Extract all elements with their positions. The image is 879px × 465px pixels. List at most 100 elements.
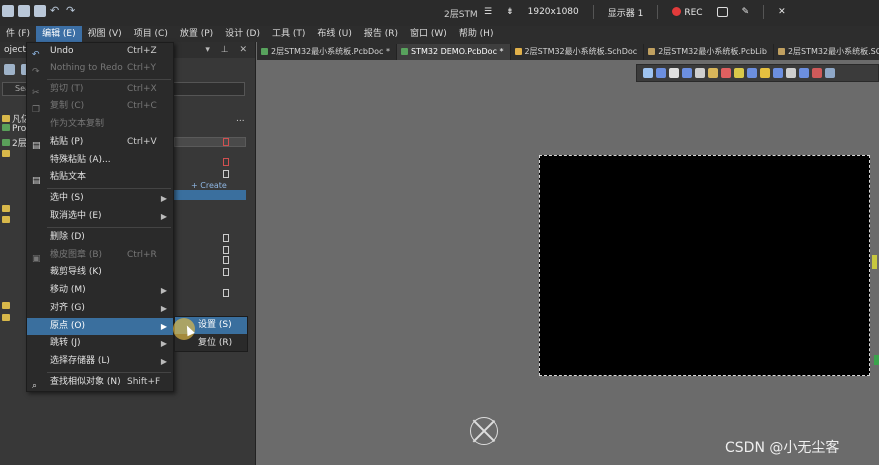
menu-place[interactable]: 放置 (P) [174, 26, 219, 42]
menu-item-copy[interactable]: ❐ 复制 (C) Ctrl+C [27, 98, 173, 115]
menu-item-selection-memory[interactable]: 选择存储器 (L) ▶ [27, 353, 173, 370]
menu-item-cut[interactable]: ✂ 剪切 (T) Ctrl+X [27, 81, 173, 98]
create-link[interactable]: + Create [191, 181, 227, 190]
menu-route[interactable]: 布线 (U) [311, 26, 357, 42]
tab-schdoc[interactable]: 2层STM32最小系统板.SchDoc [511, 44, 645, 60]
menu-bar: 件 (F) 编辑 (E) 视图 (V) 项目 (C) 放置 (P) 设计 (D)… [0, 26, 879, 42]
line-icon[interactable] [812, 68, 822, 78]
crosshair-icon[interactable] [669, 68, 679, 78]
tree-row[interactable]: 2层 [2, 136, 27, 149]
tab-pcblib[interactable]: 2层STM32最小系统板.PcbLib [644, 44, 774, 60]
panel-pin-icon[interactable]: ▾ ⊥ ✕ [205, 45, 251, 55]
open-folder-icon[interactable] [34, 5, 46, 17]
tree-row[interactable] [2, 314, 12, 324]
select-rect-icon[interactable] [682, 68, 692, 78]
tab-stm32-demo[interactable]: STM32 DEMO.PcbDoc * [396, 44, 511, 60]
rec-button[interactable]: REC [672, 6, 703, 18]
menu-item-move[interactable]: 移动 (M) ▶ [27, 282, 173, 299]
menu-item-label: 剪切 (T) [50, 84, 84, 94]
menu-edit[interactable]: 编辑 (E) [36, 26, 82, 42]
tree-row[interactable] [2, 302, 12, 312]
chart-icon[interactable] [825, 68, 835, 78]
camera-icon[interactable] [716, 7, 728, 17]
paste-text-icon: ▤ [32, 176, 41, 186]
menu-item-paste-special[interactable]: 特殊粘贴 (A)... [27, 152, 173, 169]
align-icon[interactable] [695, 68, 705, 78]
via-icon[interactable] [760, 68, 770, 78]
folder-icon [2, 205, 10, 212]
pad-icon[interactable] [721, 68, 731, 78]
menu-view[interactable]: 视图 (V) [82, 26, 128, 42]
menu-item-label: 作为文本复制 [50, 119, 105, 129]
paste-icon: ▤ [32, 141, 41, 151]
tree-row[interactable] [2, 150, 12, 160]
display-selector[interactable]: 显示器 1 [608, 6, 644, 19]
menu-item-undo[interactable]: ↶ Undo Ctrl+Z [27, 43, 173, 60]
record-dot-icon [672, 6, 682, 16]
menu-item-origin[interactable]: 原点 (O) ▶ [27, 318, 173, 335]
tree-row[interactable] [2, 205, 12, 215]
menu-tools[interactable]: 工具 (T) [266, 26, 311, 42]
document-icon [223, 158, 229, 166]
menu-reports[interactable]: 报告 (R) [358, 26, 404, 42]
tree-row[interactable] [2, 216, 12, 226]
menu-item-slice-tracks[interactable]: 裁剪导线 (K) [27, 264, 173, 281]
menu-separator [47, 372, 171, 373]
menu-project[interactable]: 项目 (C) [128, 26, 174, 42]
menu-separator [47, 227, 171, 228]
tab-pcbdoc[interactable]: 2层STM32最小系统板.PcbDoc * [257, 44, 397, 60]
menu-item-shortcut: Ctrl+C [127, 101, 157, 111]
menu-item-align[interactable]: 对齐 (G) ▶ [27, 300, 173, 317]
menu-item-rubber-stamp[interactable]: ▣ 橡皮图章 (B) Ctrl+R [27, 247, 173, 264]
submenu-item-label: 复位 (R) [198, 338, 233, 348]
menu-item-paste-text[interactable]: ▤ 粘贴文本 [27, 169, 173, 186]
undo-arrow-icon[interactable]: ↶ [50, 5, 62, 17]
menu-help[interactable]: 帮助 (H) [453, 26, 500, 42]
pen-icon[interactable]: ✎ [742, 7, 750, 17]
menu-item-select[interactable]: 选中 (S) ▶ [27, 190, 173, 207]
save-project-icon[interactable] [4, 63, 15, 75]
save-all-icon[interactable] [18, 5, 30, 17]
menu-design[interactable]: 设计 (D) [219, 26, 266, 42]
menu-item-shortcut: Ctrl+X [127, 84, 157, 94]
menu-item-redo[interactable]: ↷ Nothing to Redo Ctrl+Y [27, 60, 173, 77]
menu-item-paste[interactable]: ▤ 粘贴 (P) Ctrl+V [27, 134, 173, 151]
chevron-right-icon: ▶ [160, 212, 167, 221]
filter-icon[interactable] [643, 68, 653, 78]
more-icon[interactable]: ... [236, 114, 245, 124]
menu-item-copy-as-text[interactable]: 作为文本复制 [27, 116, 173, 133]
tree-item-bar[interactable] [174, 137, 246, 147]
chevron-right-icon: ▶ [160, 322, 167, 331]
redo-arrow-icon[interactable]: ↷ [66, 5, 78, 17]
fill-icon[interactable] [786, 68, 796, 78]
pcb-board-outline[interactable] [539, 155, 870, 376]
recorder-controls: ☰ ⇟ 1920x1080 显示器 1 REC ✎ ✕ [484, 5, 786, 19]
redo-icon: ↷ [32, 67, 40, 77]
menu-item-deselect[interactable]: 取消选中 (E) ▶ [27, 208, 173, 225]
save-icon[interactable] [2, 5, 14, 17]
menu-item-label: 特殊粘贴 (A)... [50, 155, 111, 165]
tab-schlib[interactable]: 2层STM32最小系统板.SCHLIB [774, 44, 879, 60]
document-icon [223, 256, 229, 264]
document-icon [223, 234, 229, 242]
divider [763, 5, 765, 19]
track-icon[interactable] [734, 68, 744, 78]
component-icon[interactable] [708, 68, 718, 78]
close-icon[interactable]: ✕ [778, 7, 786, 17]
menu-file[interactable]: 件 (F) [0, 26, 36, 42]
menu-separator [47, 188, 171, 189]
polygon-icon[interactable] [799, 68, 809, 78]
menu-item-jump[interactable]: 跳转 (J) ▶ [27, 335, 173, 352]
folder-icon [2, 150, 10, 157]
chevron-right-icon: ▶ [160, 194, 167, 203]
tree-item-selected[interactable] [174, 190, 246, 200]
route-icon[interactable] [656, 68, 666, 78]
arc-icon[interactable] [747, 68, 757, 78]
menu-lines-icon[interactable]: ☰ [484, 7, 492, 17]
menu-window[interactable]: 窗口 (W) [404, 26, 453, 42]
menu-item-find-similar[interactable]: ⌕ 查找相似对象 (N) Shift+F [27, 374, 173, 391]
menu-item-delete[interactable]: 删除 (D) [27, 229, 173, 246]
menu-item-label: 对齐 (G) [50, 303, 85, 313]
diff-pair-icon[interactable] [773, 68, 783, 78]
pin-icon[interactable]: ⇟ [506, 7, 514, 17]
